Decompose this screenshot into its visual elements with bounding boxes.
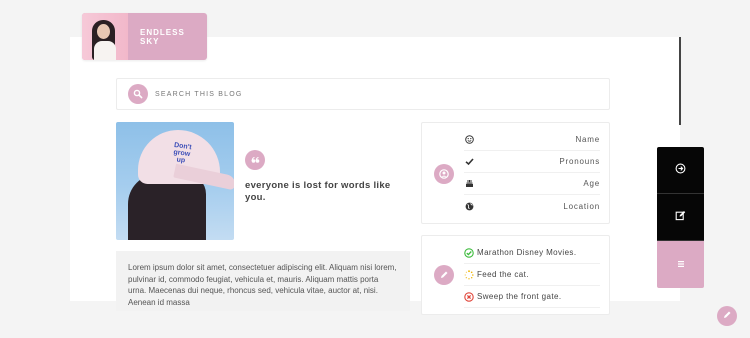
search-icon[interactable] (128, 84, 148, 104)
todo-item[interactable]: Sweep the front gate. (464, 286, 600, 308)
menu-icon (676, 256, 686, 274)
search-input[interactable]: SEARCH THIS BLOG (155, 91, 243, 98)
check-icon (464, 157, 474, 167)
arrow-circle-icon (675, 161, 686, 179)
side-nav-button-menu[interactable] (657, 241, 704, 288)
check-circle-icon (464, 247, 474, 258)
user-circle-icon (434, 164, 454, 184)
pencil-icon (722, 307, 732, 325)
profile-label: Name (575, 135, 600, 144)
profile-card: Name Pronouns Age Location (421, 122, 610, 224)
featured-photo: Don't grow up (116, 122, 234, 240)
search-bar[interactable]: SEARCH THIS BLOG (116, 78, 610, 110)
blog-header[interactable]: ENDLESS SKY (82, 13, 207, 60)
todo-label: Feed the cat. (477, 270, 529, 279)
todo-item[interactable]: Feed the cat. (464, 264, 600, 286)
todo-label: Marathon Disney Movies. (477, 248, 577, 257)
todo-label: Sweep the front gate. (477, 292, 562, 301)
side-nav-button-ask[interactable] (657, 194, 704, 241)
quote-text: everyone is lost for words like you. (245, 180, 391, 203)
post-body: Lorem ipsum dolor sit amet, consectetuer… (116, 251, 410, 311)
cap-text: Don't grow up (173, 141, 192, 165)
profile-label: Location (563, 201, 600, 211)
header-avatar-image (82, 13, 128, 60)
profile-row-pronouns: Pronouns (464, 151, 600, 173)
edit-icon (675, 208, 686, 226)
profile-row-age: Age (464, 173, 600, 195)
side-navigation (657, 147, 704, 288)
todo-item[interactable]: Marathon Disney Movies. (464, 242, 600, 264)
x-circle-icon (464, 291, 474, 302)
spinner-icon (464, 269, 474, 280)
cake-icon (464, 179, 474, 189)
profile-label: Age (583, 179, 600, 188)
blog-title[interactable]: ENDLESS SKY (140, 28, 207, 46)
profile-row-name: Name (464, 129, 600, 151)
scrollbar[interactable] (679, 37, 681, 125)
globe-icon (464, 201, 474, 211)
side-nav-button-home[interactable] (657, 147, 704, 194)
pencil-icon (434, 265, 454, 285)
smile-icon (464, 135, 474, 145)
theme-credit-button[interactable] (717, 306, 737, 326)
profile-row-location: Location (464, 195, 600, 217)
todo-card: Marathon Disney Movies. Feed the cat. Sw… (421, 235, 610, 315)
quote-icon (245, 150, 265, 170)
profile-label: Pronouns (559, 157, 600, 166)
